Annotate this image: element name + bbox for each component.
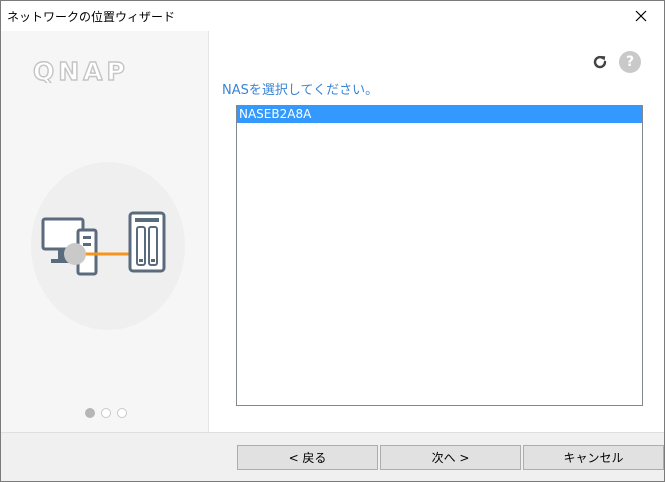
title-bar: ネットワークの位置ウィザード bbox=[1, 1, 664, 31]
step-dot-3 bbox=[117, 408, 127, 418]
help-button[interactable]: ? bbox=[619, 51, 641, 73]
select-nas-prompt: NASを選択してください。 bbox=[222, 83, 379, 98]
wizard-window: ネットワークの位置ウィザード QNAP ? NASを選択してください。 NASE… bbox=[0, 0, 665, 482]
next-button[interactable]: 次へ > bbox=[380, 445, 521, 470]
refresh-icon bbox=[593, 55, 607, 69]
cancel-button[interactable]: キャンセル bbox=[523, 445, 664, 470]
refresh-button[interactable] bbox=[591, 53, 609, 74]
help-icon: ? bbox=[625, 54, 635, 70]
back-button[interactable]: < 戻る bbox=[237, 445, 378, 470]
left-brand-panel: QNAP bbox=[1, 31, 209, 432]
logo-text: QNAP bbox=[33, 59, 129, 83]
network-illustration bbox=[37, 209, 172, 312]
step-dot-2 bbox=[101, 408, 111, 418]
close-button[interactable] bbox=[618, 1, 664, 31]
window-title: ネットワークの位置ウィザード bbox=[7, 10, 176, 24]
nas-name: NASEB2A8A bbox=[239, 107, 312, 121]
nas-listbox[interactable]: NASEB2A8A bbox=[236, 105, 643, 406]
main-content: ? NASを選択してください。 NASEB2A8A bbox=[209, 31, 664, 432]
nas-device-icon bbox=[128, 211, 166, 273]
step-indicator bbox=[85, 408, 127, 418]
list-item[interactable]: NASEB2A8A bbox=[237, 106, 642, 123]
step-dot-1 bbox=[85, 408, 95, 418]
qnap-logo: QNAP bbox=[32, 56, 157, 86]
close-icon bbox=[635, 10, 647, 22]
client-node bbox=[64, 243, 86, 265]
button-bar: < 戻る 次へ > キャンセル bbox=[1, 432, 664, 481]
